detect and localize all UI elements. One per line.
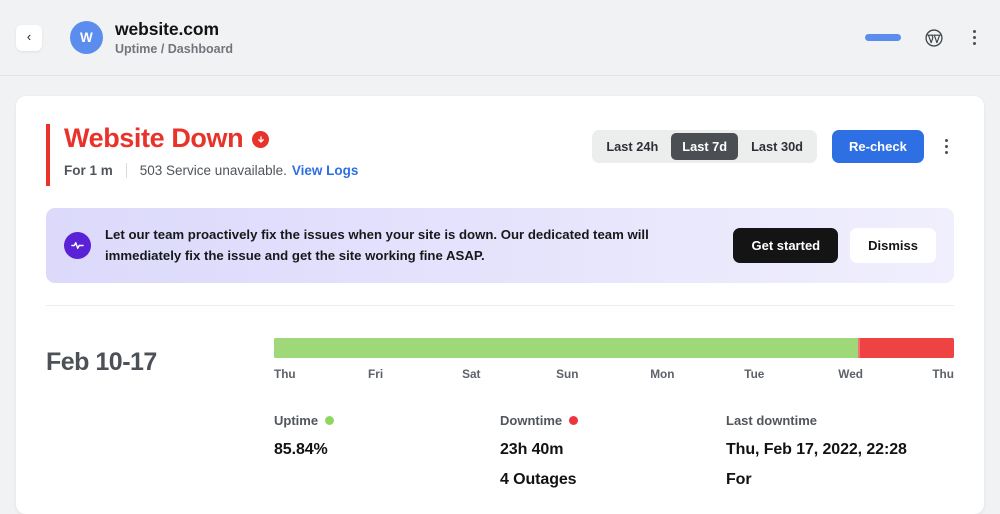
- stat-downtime-label: Downtime: [500, 413, 726, 428]
- pulse-circle-icon: [64, 231, 91, 259]
- divider: [125, 163, 127, 179]
- promo-actions: Get started Dismiss: [733, 227, 936, 263]
- stat-uptime-value: 85.84%: [274, 440, 328, 458]
- status-actions: Last 24h Last 7d Last 30d Re-check: [592, 124, 954, 163]
- stat-last-downtime-for: For: [726, 470, 752, 488]
- kebab-dot: [944, 138, 948, 142]
- stat-downtime: Downtime 23h 40m 4 Outages: [500, 413, 726, 489]
- stat-uptime-label: Uptime: [274, 413, 500, 428]
- recheck-button[interactable]: Re-check: [832, 130, 924, 163]
- page-title: website.com: [115, 19, 219, 39]
- day-label: Mon: [650, 366, 675, 381]
- stat-uptime: Uptime 85.84%: [274, 413, 500, 489]
- date-range-label: Feb 10-17: [46, 347, 157, 376]
- stats-row: Uptime 85.84% Downtime 23h 40m 4 Outages: [274, 413, 954, 489]
- kebab-dot: [944, 144, 948, 149]
- day-label: Fri: [368, 366, 384, 381]
- stat-last-downtime: Last downtime Thu, Feb 17, 2022, 22:28 F…: [726, 413, 907, 489]
- breadcrumb: Uptime / Dashboard: [115, 42, 234, 56]
- kebab-dot: [972, 42, 976, 46]
- get-started-button[interactable]: Get started: [733, 227, 839, 263]
- promo-text: Let our team proactively fix the issues …: [105, 227, 649, 264]
- error-message: 503 Service unavailable.: [139, 163, 287, 179]
- status-title: Website Down: [64, 123, 244, 153]
- range-selector: Last 24h Last 7d Last 30d: [592, 130, 817, 163]
- topbar-actions: [864, 27, 982, 49]
- promo-banner: Let our team proactively fix the issues …: [46, 208, 954, 283]
- timeline-column: Thu Fri Sat Sun Mon Tue Wed Thu Uptime 8…: [274, 337, 954, 489]
- range-option-last-7d[interactable]: Last 7d: [671, 133, 739, 160]
- day-label: Thu: [932, 366, 954, 381]
- top-bar: ‹ W website.com Uptime / Dashboard: [0, 0, 1000, 76]
- day-label: Tue: [744, 366, 765, 381]
- downtime-status-dot-icon: [569, 415, 579, 425]
- status-heading: Website Down: [64, 124, 358, 152]
- arrow-down-circle-icon: [252, 131, 270, 149]
- stat-downtime-label-text: Downtime: [500, 412, 563, 428]
- wordpress-icon[interactable]: [925, 28, 943, 47]
- card-menu-icon[interactable]: [939, 136, 954, 158]
- stat-uptime-label-text: Uptime: [274, 412, 319, 428]
- uptime-status-dot-icon: [325, 415, 335, 425]
- day-label: Thu: [274, 366, 296, 381]
- topbar-menu-icon[interactable]: [967, 27, 982, 49]
- kebab-dot: [944, 151, 948, 155]
- downtime-duration: For 1 m: [64, 163, 113, 179]
- uptime-card: Website Down For 1 m 503 Service unavail…: [16, 96, 984, 514]
- range-option-last-24h[interactable]: Last 24h: [595, 133, 669, 160]
- dismiss-button[interactable]: Dismiss: [850, 227, 936, 263]
- stat-downtime-value: 23h 40m: [500, 440, 564, 458]
- status-row: Website Down For 1 m 503 Service unavail…: [46, 124, 954, 186]
- site-meta: website.com Uptime / Dashboard: [115, 19, 233, 56]
- back-button[interactable]: ‹: [16, 24, 42, 51]
- stat-last-downtime-value: Thu, Feb 17, 2022, 22:28: [726, 440, 907, 458]
- day-label: Sun: [556, 366, 579, 381]
- uptime-bar-segment-down[interactable]: [857, 337, 954, 358]
- status-subline: For 1 m 503 Service unavailable. View Lo…: [64, 163, 359, 179]
- uptime-bar[interactable]: [274, 337, 954, 358]
- stat-last-downtime-label-text: Last downtime: [726, 412, 818, 428]
- kebab-dot: [972, 35, 976, 40]
- stat-outage-count: 4 Outages: [500, 470, 577, 488]
- uptime-bar-segment-up[interactable]: [274, 337, 858, 358]
- toggle-pill-icon[interactable]: [864, 34, 901, 41]
- range-option-last-30d[interactable]: Last 30d: [740, 133, 814, 160]
- timeline-day-labels: Thu Fri Sat Sun Mon Tue Wed Thu: [274, 367, 954, 381]
- card-header: Website Down For 1 m 503 Service unavail…: [16, 96, 984, 306]
- day-label: Sat: [462, 366, 481, 381]
- stat-last-downtime-label: Last downtime: [726, 413, 907, 428]
- timeline-section: Feb 10-17 Thu Fri Sat Sun Mon Tue Wed Th…: [16, 306, 984, 489]
- day-label: Wed: [838, 366, 863, 381]
- view-logs-link[interactable]: View Logs: [292, 163, 359, 178]
- status-block: Website Down For 1 m 503 Service unavail…: [46, 124, 358, 186]
- avatar: W: [70, 21, 103, 54]
- kebab-dot: [972, 29, 976, 33]
